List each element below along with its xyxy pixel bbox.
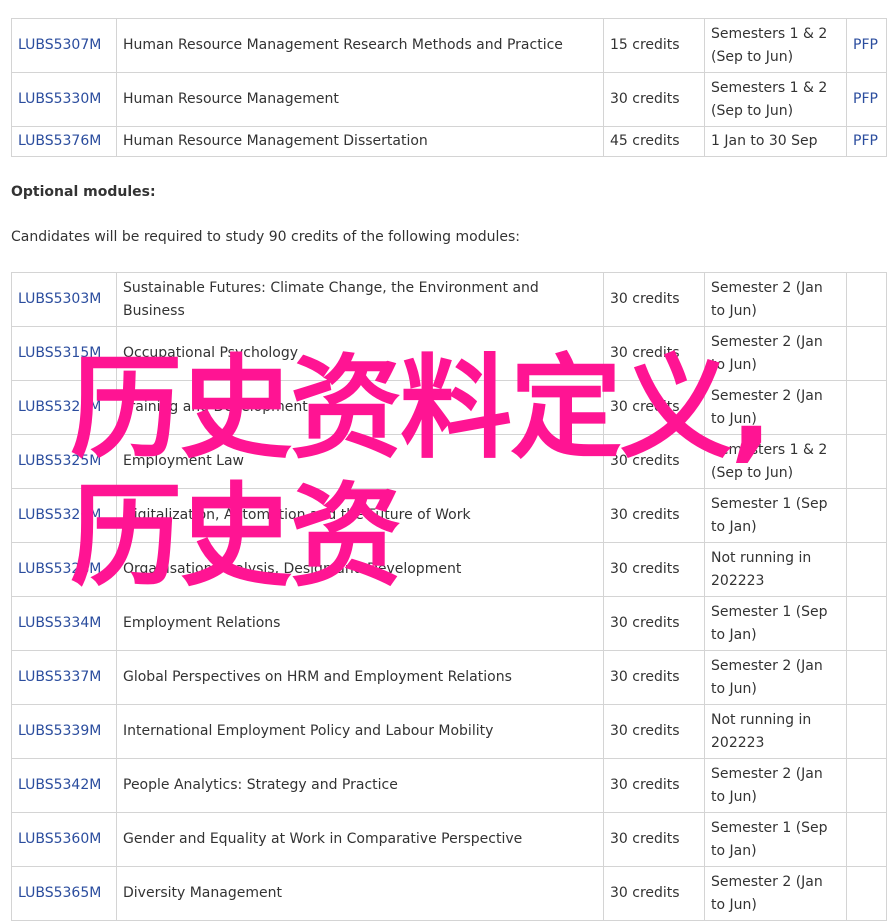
pfp-link[interactable]: PFP: [853, 91, 878, 107]
empty-cell: [846, 488, 887, 543]
empty-cell: [846, 704, 887, 759]
module-title: Human Resource Management Dissertation: [116, 126, 604, 157]
module-credits: 30 credits: [603, 812, 705, 867]
module-semester: Semester 2 (Jan to Jun): [704, 650, 847, 705]
table-row: LUBS5365M Diversity Management 30 credits S…: [11, 866, 887, 921]
module-credits: 30 credits: [603, 596, 705, 651]
module-title: Employment Relations: [116, 596, 604, 651]
module-title: Global Perspectives on HRM and Employmen…: [116, 650, 604, 705]
module-title: Occupational Psychology: [116, 326, 604, 381]
module-code-link[interactable]: LUBS5339M: [18, 723, 101, 739]
table-row: LUBS5360M Gender and Equality at Work in …: [11, 812, 887, 867]
module-code-link[interactable]: LUBS5365M: [18, 885, 101, 901]
table-row: LUBS5337M Global Perspectives on HRM and …: [11, 650, 887, 705]
module-credits: 30 credits: [603, 542, 705, 597]
optional-modules-table: LUBS5303M Sustainable Futures: Climate Ch…: [11, 272, 887, 921]
table-row: LUBS5315M Occupational Psychology 30 credi…: [11, 326, 887, 381]
module-code-link[interactable]: LUBS5325M: [18, 453, 101, 469]
module-title: Employment Law: [116, 434, 604, 489]
module-title: Diversity Management: [116, 866, 604, 921]
empty-cell: [846, 866, 887, 921]
module-title: Digitalization, Automation and the Futur…: [116, 488, 604, 543]
module-title: Human Resource Management: [116, 72, 604, 127]
module-semester: Semester 2 (Jan to Jun): [704, 272, 847, 327]
module-code-link[interactable]: LUBS5328M: [18, 561, 101, 577]
empty-cell: [846, 758, 887, 813]
module-code-link[interactable]: LUBS5315M: [18, 345, 101, 361]
module-title: Organisation Analysis, Design and Develo…: [116, 542, 604, 597]
table-row: LUBS5303M Sustainable Futures: Climate Ch…: [11, 272, 887, 327]
empty-cell: [846, 596, 887, 651]
required-modules-table: LUBS5307M Human Resource Management Rese…: [11, 18, 887, 157]
module-title: Training and Development: [116, 380, 604, 435]
table-row: LUBS5334M Employment Relations 30 credits S…: [11, 596, 887, 651]
module-semester: Semesters 1 & 2 (Sep to Jun): [704, 434, 847, 489]
pfp-link[interactable]: PFP: [853, 133, 878, 149]
module-code-link[interactable]: LUBS5303M: [18, 291, 101, 307]
module-semester: 1 Jan to 30 Sep: [704, 126, 847, 157]
optional-modules-heading: Optional modules:: [11, 184, 156, 200]
module-semester: Semesters 1 & 2 (Sep to Jun): [704, 72, 847, 127]
module-title: Human Resource Management Research Metho…: [116, 18, 604, 73]
module-code-link[interactable]: LUBS5330M: [18, 91, 101, 107]
module-semester: Semester 2 (Jan to Jun): [704, 866, 847, 921]
table-row: LUBS5320M Training and Development 30 cred…: [11, 380, 887, 435]
module-code-link[interactable]: LUBS5334M: [18, 615, 101, 631]
module-semester: Semester 2 (Jan to Jun): [704, 326, 847, 381]
table-row: LUBS5307M Human Resource Management Rese…: [11, 18, 887, 73]
table-row: LUBS5339M International Employment Policy…: [11, 704, 887, 759]
module-semester: Semester 1 (Sep to Jan): [704, 596, 847, 651]
empty-cell: [846, 326, 887, 381]
module-code-link[interactable]: LUBS5337M: [18, 669, 101, 685]
module-code-link[interactable]: LUBS5342M: [18, 777, 101, 793]
empty-cell: [846, 272, 887, 327]
module-credits: 30 credits: [603, 434, 705, 489]
module-code-link[interactable]: LUBS5320M: [18, 399, 101, 415]
module-credits: 15 credits: [603, 18, 705, 73]
table-row: LUBS5342M People Analytics: Strategy and …: [11, 758, 887, 813]
module-credits: 30 credits: [603, 704, 705, 759]
module-semester: Semester 2 (Jan to Jun): [704, 380, 847, 435]
module-code-link[interactable]: LUBS5307M: [18, 37, 101, 53]
module-credits: 30 credits: [603, 72, 705, 127]
module-semester: Semester 1 (Sep to Jan): [704, 488, 847, 543]
module-credits: 30 credits: [603, 650, 705, 705]
module-semester: Semester 2 (Jan to Jun): [704, 758, 847, 813]
module-credits: 30 credits: [603, 380, 705, 435]
empty-cell: [846, 812, 887, 867]
empty-cell: [846, 434, 887, 489]
table-row: LUBS5325M Employment Law 30 credits Semeste…: [11, 434, 887, 489]
pfp-link[interactable]: PFP: [853, 37, 878, 53]
module-title: Sustainable Futures: Climate Change, the…: [116, 272, 604, 327]
module-credits: 30 credits: [603, 326, 705, 381]
table-row: LUBS5326M Digitalization, Automation and …: [11, 488, 887, 543]
empty-cell: [846, 380, 887, 435]
module-code-link[interactable]: LUBS5326M: [18, 507, 101, 523]
module-title: People Analytics: Strategy and Practice: [116, 758, 604, 813]
module-credits: 30 credits: [603, 758, 705, 813]
module-credits: 30 credits: [603, 488, 705, 543]
module-semester: Semester 1 (Sep to Jan): [704, 812, 847, 867]
empty-cell: [846, 650, 887, 705]
module-credits: 30 credits: [603, 272, 705, 327]
module-credits: 30 credits: [603, 866, 705, 921]
module-title: International Employment Policy and Labo…: [116, 704, 604, 759]
module-semester: Not running in 202223: [704, 704, 847, 759]
table-row: LUBS5376M Human Resource Management Diss…: [11, 126, 887, 157]
module-semester: Semesters 1 & 2 (Sep to Jun): [704, 18, 847, 73]
module-title: Gender and Equality at Work in Comparati…: [116, 812, 604, 867]
optional-modules-intro: Candidates will be required to study 90 …: [11, 229, 520, 245]
module-code-link[interactable]: LUBS5360M: [18, 831, 101, 847]
module-semester: Not running in 202223: [704, 542, 847, 597]
empty-cell: [846, 542, 887, 597]
module-code-link[interactable]: LUBS5376M: [18, 133, 101, 149]
table-row: LUBS5330M Human Resource Management 30 c…: [11, 72, 887, 127]
table-row: LUBS5328M Organisation Analysis, Design a…: [11, 542, 887, 597]
module-credits: 45 credits: [603, 126, 705, 157]
